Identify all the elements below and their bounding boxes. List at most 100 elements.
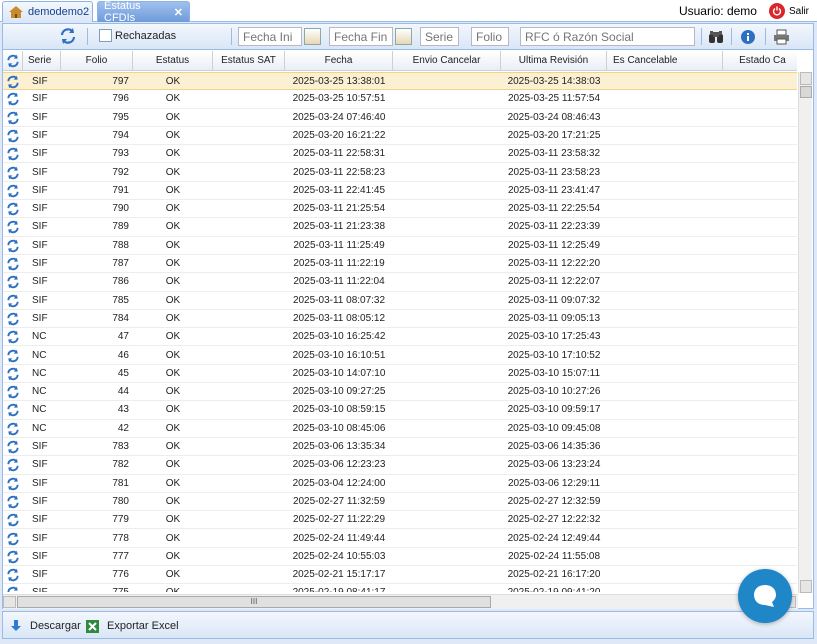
table-row[interactable]: SIF 784 OK 2025-03-11 08:05:12 2025-03-11 09… — [3, 310, 797, 329]
table-row[interactable]: SIF 785 OK 2025-03-11 08:07:32 2025-03-11 09… — [3, 292, 797, 310]
table-row[interactable]: NC 42 OK 2025-03-10 08:45:06 2025-03-10 09:4… — [3, 420, 797, 438]
horizontal-scrollbar[interactable]: III — [3, 594, 798, 609]
serie-input[interactable] — [420, 27, 459, 46]
row-refresh-icon[interactable] — [6, 129, 20, 143]
tab-home[interactable]: demodemo2 — [2, 1, 93, 22]
tab-estatus-cfdis[interactable]: Estatus CFDIs ✕ — [97, 0, 190, 24]
row-refresh-icon[interactable] — [6, 550, 20, 564]
table-row[interactable]: SIF 779 OK 2025-02-27 11:22:29 2025-02-27 12… — [3, 511, 797, 530]
table-row[interactable]: SIF 790 OK 2025-03-11 21:25:54 2025-03-11 22… — [3, 200, 797, 219]
column-header[interactable]: Fecha — [285, 51, 393, 70]
column-header[interactable]: Serie — [23, 51, 61, 70]
table-row[interactable]: SIF 786 OK 2025-03-11 11:22:04 2025-03-11 12… — [3, 273, 797, 292]
table-row[interactable]: SIF775OK2025-02-19 08:41:172025-02-19 09… — [3, 584, 797, 592]
row-refresh-icon[interactable] — [6, 239, 20, 253]
column-header[interactable]: Estado Ca — [723, 51, 797, 70]
row-refresh-icon[interactable] — [6, 458, 20, 472]
table-row[interactable]: SIF 788 OK 2025-03-11 11:25:49 2025-03-11 12… — [3, 237, 797, 255]
calendar-icon[interactable] — [304, 28, 321, 45]
column-header[interactable]: Folio — [61, 51, 133, 70]
row-refresh-icon[interactable] — [6, 147, 20, 161]
header-refresh-icon[interactable] — [3, 51, 23, 70]
table-row[interactable]: SIF 793 OK 2025-03-11 22:58:31 2025-03-11 23… — [3, 145, 797, 164]
row-refresh-icon[interactable] — [6, 294, 20, 308]
row-refresh-icon[interactable] — [6, 367, 20, 381]
vertical-scrollbar[interactable] — [798, 72, 812, 593]
row-refresh-icon[interactable] — [6, 403, 20, 417]
table-row[interactable]: NC 45 OK 2025-03-10 14:07:10 2025-03-10 15:0… — [3, 365, 797, 384]
table-row[interactable]: SIF 792 OK 2025-03-11 22:58:23 2025-03-11 23… — [3, 164, 797, 182]
column-header[interactable]: Ultima Revisión — [501, 51, 607, 70]
logout-button[interactable]: Salir — [768, 3, 809, 19]
printer-icon[interactable] — [771, 27, 791, 47]
column-header[interactable]: Envio Cancelar — [393, 51, 501, 70]
row-refresh-icon[interactable] — [6, 92, 20, 106]
calendar-icon[interactable] — [395, 28, 412, 45]
table-row[interactable]: SIF 782 OK 2025-03-06 12:23:23 2025-03-06 13… — [3, 456, 797, 475]
table-row[interactable]: NC 47 OK 2025-03-10 16:25:42 2025-03-10 17:2… — [3, 328, 797, 347]
row-refresh-icon[interactable] — [6, 477, 20, 491]
row-refresh-icon[interactable] — [6, 385, 20, 399]
scroll-thumb-horizontal[interactable]: III — [17, 596, 491, 608]
row-refresh-icon[interactable] — [6, 330, 20, 344]
row-refresh-icon[interactable] — [6, 220, 20, 234]
fecha-fin-input[interactable] — [329, 27, 393, 46]
scroll-thumb[interactable] — [800, 86, 812, 98]
row-refresh-icon[interactable] — [6, 586, 20, 592]
row-refresh-icon[interactable] — [6, 312, 20, 326]
row-refresh-icon[interactable] — [6, 349, 20, 363]
table-row[interactable]: SIF 778 OK 2025-02-24 11:49:44 2025-02-24 12… — [3, 530, 797, 548]
cell-ultima: 2025-02-24 11:55:08 — [507, 550, 601, 562]
cell-folio: 793 — [112, 148, 129, 160]
row-refresh-icon[interactable] — [6, 422, 20, 436]
row-refresh-icon[interactable] — [6, 184, 20, 198]
rechazadas-checkbox[interactable] — [99, 29, 112, 42]
download-button[interactable]: Descargar — [9, 618, 81, 634]
export-excel-button[interactable]: Exportar Excel — [85, 618, 179, 634]
table-row[interactable]: SIF 776 OK 2025-02-21 15:17:17 2025-02-21 16… — [3, 566, 797, 585]
column-header[interactable]: Estatus — [133, 51, 213, 70]
table-row[interactable]: SIF 791 OK 2025-03-11 22:41:45 2025-03-11 23… — [3, 182, 797, 201]
row-refresh-icon[interactable] — [6, 568, 20, 582]
row-refresh-icon[interactable] — [6, 202, 20, 216]
column-header[interactable]: Es Cancelable — [607, 51, 723, 70]
row-refresh-icon[interactable] — [6, 257, 20, 271]
table-row[interactable]: SIF 783 OK 2025-03-06 13:35:34 2025-03-06 14… — [3, 438, 797, 457]
scroll-left-icon[interactable] — [3, 596, 16, 608]
row-refresh-icon[interactable] — [6, 275, 20, 289]
table-row[interactable]: SIF 789 OK 2025-03-11 21:23:38 2025-03-11 22… — [3, 218, 797, 237]
row-refresh-icon[interactable] — [6, 532, 20, 546]
row-refresh-icon[interactable] — [6, 75, 20, 89]
row-refresh-icon[interactable] — [6, 440, 20, 454]
chat-button[interactable] — [738, 569, 792, 623]
table-row[interactable]: SIF 794 OK 2025-03-20 16:21:22 2025-03-20 17… — [3, 127, 797, 146]
table-row[interactable]: NC 43 OK 2025-03-10 08:59:15 2025-03-10 09:5… — [3, 401, 797, 420]
row-refresh-icon[interactable] — [6, 111, 20, 125]
cell-fecha: 2025-03-10 08:59:15 — [292, 404, 386, 416]
close-icon[interactable]: ✕ — [174, 6, 183, 19]
table-row[interactable]: NC 44 OK 2025-03-10 09:27:25 2025-03-10 10:2… — [3, 383, 797, 402]
table-row[interactable]: NC 46 OK 2025-03-10 16:10:51 2025-03-10 17:1… — [3, 347, 797, 365]
table-row[interactable]: SIF 780 OK 2025-02-27 11:32:59 2025-02-27 12… — [3, 493, 797, 512]
table-row[interactable]: SIF 787 OK 2025-03-11 11:22:19 2025-03-11 12… — [3, 255, 797, 274]
row-refresh-icon[interactable] — [6, 495, 20, 509]
scroll-down-icon[interactable] — [800, 580, 812, 593]
row-refresh-icon[interactable] — [6, 166, 20, 180]
table-row[interactable]: SIF 781 OK 2025-03-04 12:24:00 2025-03-06 12… — [3, 475, 797, 493]
cell-fecha: 2025-03-24 07:46:40 — [292, 111, 386, 123]
info-icon[interactable] — [738, 27, 758, 47]
binoculars-icon[interactable] — [706, 27, 726, 47]
refresh-icon[interactable] — [59, 27, 77, 46]
table-row[interactable]: SIF 796 OK 2025-03-25 10:57:51 2025-03-25 11… — [3, 90, 797, 109]
fecha-ini-input[interactable] — [238, 27, 302, 46]
folio-input[interactable] — [471, 27, 509, 46]
rfc-input[interactable] — [520, 27, 695, 46]
cell-fecha: 2025-03-11 22:58:31 — [292, 148, 386, 160]
table-row[interactable]: SIF 777 OK 2025-02-24 10:55:03 2025-02-24 11… — [3, 548, 797, 567]
scroll-up-icon[interactable] — [800, 72, 812, 85]
table-row[interactable]: SIF 797 OK 2025-03-25 13:38:01 2025-03-25 14… — [3, 72, 797, 91]
row-refresh-icon[interactable] — [6, 513, 20, 527]
column-header[interactable]: Estatus SAT — [213, 51, 285, 70]
cell-fecha: 2025-03-11 22:58:23 — [292, 166, 386, 178]
table-row[interactable]: SIF 795 OK 2025-03-24 07:46:40 2025-03-24 08… — [3, 109, 797, 127]
